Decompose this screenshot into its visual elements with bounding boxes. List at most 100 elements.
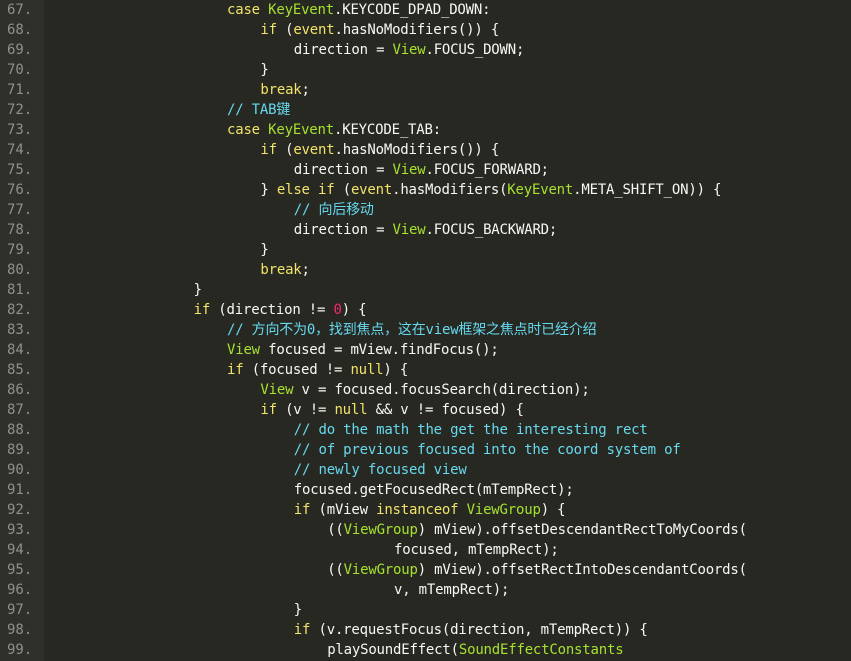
code-token: .hasNoModifiers()) { xyxy=(334,142,500,158)
code-text: break; xyxy=(260,260,310,280)
code-text: } xyxy=(260,60,268,80)
line-number: 69. xyxy=(7,42,33,58)
line-number: 84. xyxy=(7,342,33,358)
code-token: direction = xyxy=(293,162,393,178)
code-token: } xyxy=(260,242,269,258)
code-token: focused = mView.findFocus(); xyxy=(268,342,499,358)
code-token: // newly focused view xyxy=(293,462,467,478)
code-token: direction = xyxy=(293,42,393,58)
code-text: // newly focused view xyxy=(294,460,467,480)
code-token: ( xyxy=(342,182,351,198)
code-line: 89. // of previous focused into the coord… xyxy=(0,440,851,460)
code-text: // 方向不为0，找到焦点，这在view框架之焦点时已经介绍 xyxy=(227,320,597,340)
code-token: // 方向不为0，找到焦点，这在view框架之焦点时已经介绍 xyxy=(227,322,597,338)
code-token: .KEYCODE_DPAD_DOWN: xyxy=(334,2,491,18)
code-token: View xyxy=(260,382,302,398)
line-number: 94. xyxy=(7,542,33,558)
line-number: 98. xyxy=(7,622,33,638)
code-text: // do the math the get the interesting r… xyxy=(294,420,648,440)
line-number: 99. xyxy=(7,642,33,658)
code-text: playSoundEffect(SoundEffectConstants xyxy=(327,640,623,660)
code-token: if xyxy=(193,302,219,318)
code-token: KeyEvent xyxy=(268,2,334,18)
code-line: 70.} xyxy=(0,60,851,80)
code-line: 74. if (event.hasNoModifiers()) { xyxy=(0,140,851,160)
code-editor[interactable]: 67. case KeyEvent.KEYCODE_DPAD_DOWN: 68. if… xyxy=(0,0,851,661)
code-text: focused.getFocusedRect(mTempRect); xyxy=(294,480,574,500)
line-number: 73. xyxy=(7,122,33,138)
code-line: 94. focused, mTempRect); xyxy=(0,540,851,560)
code-text: } xyxy=(260,240,268,260)
code-text: ((ViewGroup) mView).offsetRectIntoDescen… xyxy=(327,560,747,580)
line-number: 79. xyxy=(7,242,33,258)
code-token: (direction != xyxy=(218,302,334,318)
line-number: 70. xyxy=(7,62,33,78)
code-text: if (v != null && v != focused) { xyxy=(260,400,524,420)
code-token: View xyxy=(392,162,426,178)
code-token: (( xyxy=(327,562,344,578)
code-line: 80. break; xyxy=(0,260,851,280)
code-line: 85. if (focused != null) { xyxy=(0,360,851,380)
code-text: if (event.hasNoModifiers()) { xyxy=(260,140,499,160)
code-token: } xyxy=(260,182,277,198)
code-line: 95. ((ViewGroup) mView).offsetRectIntoDes… xyxy=(0,560,851,580)
code-text: direction = View.FOCUS_FORWARD; xyxy=(294,160,549,180)
code-token: View xyxy=(392,42,426,58)
code-token: if xyxy=(293,502,319,518)
code-token: (v != xyxy=(285,402,335,418)
code-token: View xyxy=(227,342,269,358)
line-number: 74. xyxy=(7,142,33,158)
code-token: (( xyxy=(327,522,344,538)
code-token: else if xyxy=(276,182,343,198)
code-text: direction = View.FOCUS_DOWN; xyxy=(293,40,525,60)
code-line: 67. case KeyEvent.KEYCODE_DPAD_DOWN: xyxy=(0,0,851,20)
code-token: focused, mTempRect); xyxy=(394,542,559,558)
code-text: if (event.hasNoModifiers()) { xyxy=(260,20,499,40)
code-text: // TAB键 xyxy=(227,100,290,120)
code-line: 75. direction = View.FOCUS_FORWARD; xyxy=(0,160,851,180)
code-token: case xyxy=(227,2,269,18)
line-number: 96. xyxy=(7,582,33,598)
code-line: 77. // 向后移动 xyxy=(0,200,851,220)
code-text: if (mView instanceof ViewGroup) { xyxy=(294,500,566,520)
code-token: } xyxy=(293,602,303,618)
code-token: if xyxy=(260,402,286,418)
line-number: 67. xyxy=(7,2,33,18)
code-text: } else if (event.hasModifiers(KeyEvent.M… xyxy=(260,180,721,200)
code-text: if (focused != null) { xyxy=(227,360,408,380)
code-text: focused, mTempRect); xyxy=(394,540,559,560)
code-line: 83. // 方向不为0，找到焦点，这在view框架之焦点时已经介绍 xyxy=(0,320,851,340)
code-token: direction = xyxy=(293,222,393,238)
code-token: .hasModifiers( xyxy=(392,182,508,198)
code-line: 84. View focused = mView.findFocus(); xyxy=(0,340,851,360)
code-token: ) mView).offsetRectIntoDescendantCoords( xyxy=(417,562,747,578)
code-token: && v != focused) { xyxy=(375,402,524,418)
line-number: 81. xyxy=(7,282,33,298)
code-token: ) { xyxy=(540,502,566,518)
line-number: 88. xyxy=(7,422,33,438)
code-token: // TAB键 xyxy=(227,102,291,118)
code-token: .FOCUS_FORWARD; xyxy=(425,162,549,178)
code-token: instanceof xyxy=(376,502,467,518)
code-text: View focused = mView.findFocus(); xyxy=(227,340,499,360)
code-text: } xyxy=(294,600,302,620)
code-text: if (direction != 0) { xyxy=(194,300,367,320)
code-token: break xyxy=(260,262,302,278)
code-text: ((ViewGroup) mView).offsetDescendantRect… xyxy=(327,520,747,540)
code-token: v, mTempRect); xyxy=(394,582,510,598)
code-text: View v = focused.focusSearch(direction); xyxy=(260,380,589,400)
code-line: 81.} xyxy=(0,280,851,300)
code-token: if xyxy=(227,362,252,378)
code-token: ViewGroup xyxy=(343,562,418,578)
code-token: if xyxy=(260,22,286,38)
code-text: case KeyEvent.KEYCODE_TAB: xyxy=(227,120,441,140)
code-line: 93. ((ViewGroup) mView).offsetDescendantR… xyxy=(0,520,851,540)
code-text: // 向后移动 xyxy=(294,200,374,220)
code-token: null xyxy=(350,362,384,378)
code-token: ) mView).offsetDescendantRectToMyCoords( xyxy=(417,522,747,538)
code-token: .KEYCODE_TAB: xyxy=(334,122,441,138)
line-number: 71. xyxy=(7,82,33,98)
code-token: (mView xyxy=(318,502,377,518)
line-number: 91. xyxy=(7,482,33,498)
line-number: 77. xyxy=(7,202,33,218)
